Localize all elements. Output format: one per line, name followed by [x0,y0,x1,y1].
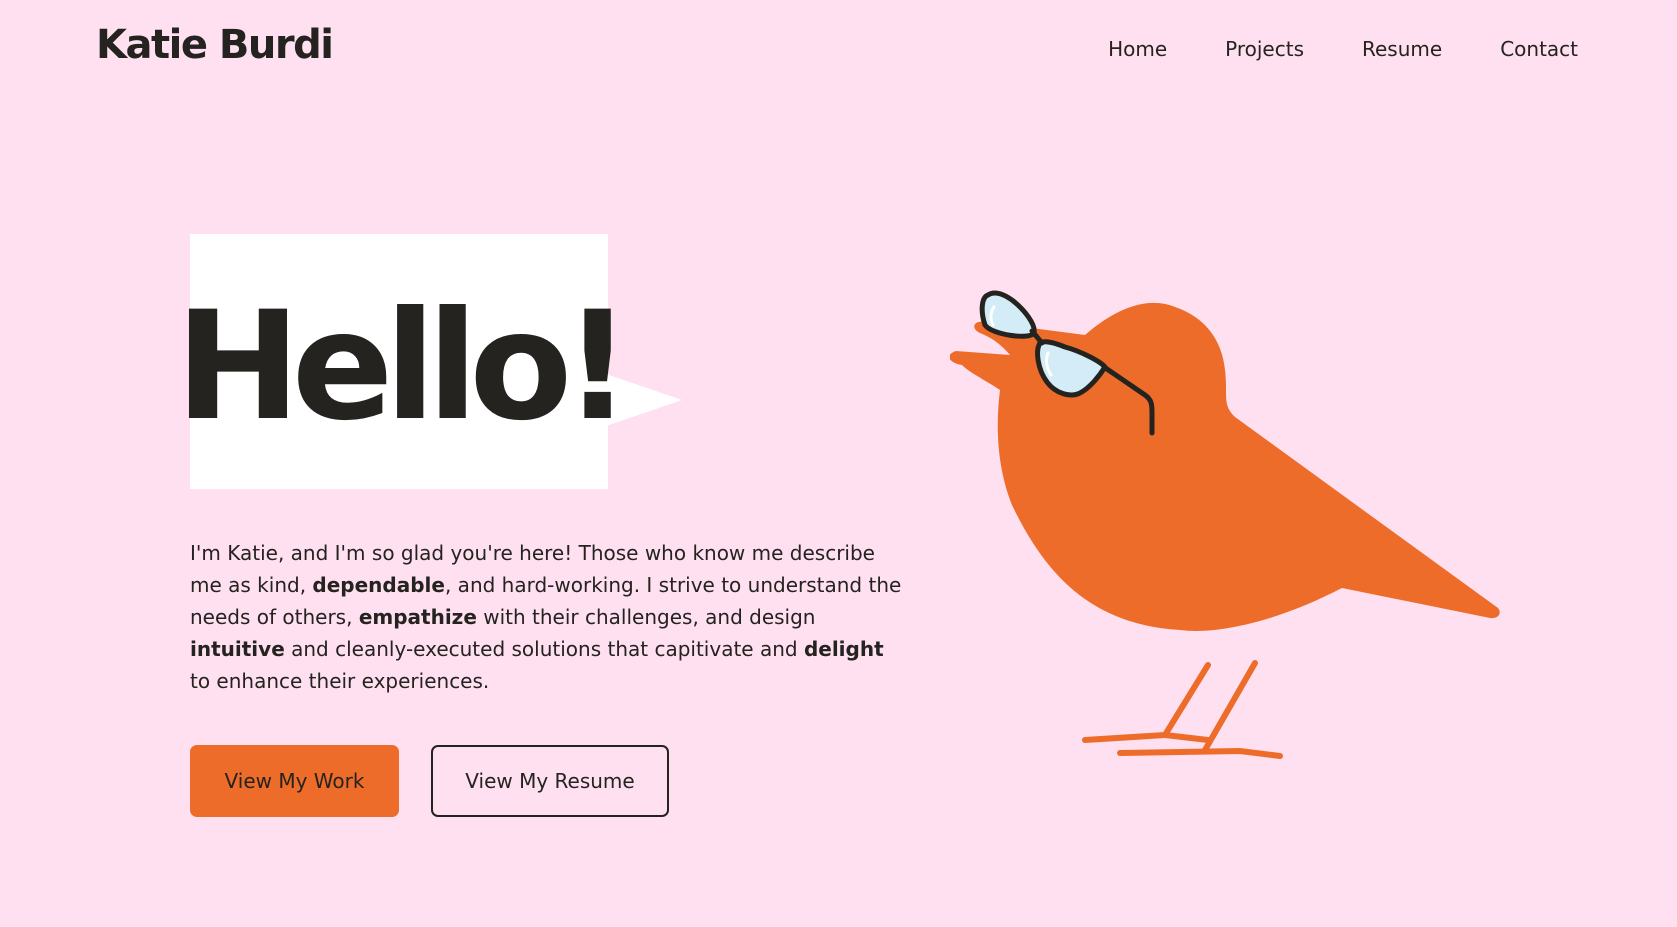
hello-speech-bubble: Hello! [175,234,683,489]
bird-legs [1082,660,1283,759]
intro-text-5: to enhance their experiences. [190,669,490,693]
intro-paragraph: I'm Katie, and I'm so glad you're here! … [190,537,910,697]
bird-body [950,302,1500,631]
nav-resume-link[interactable]: Resume [1362,39,1442,59]
nav-contact-link[interactable]: Contact [1500,39,1578,59]
intro-bold-dependable: dependable [312,573,445,597]
orange-bird-illustration [950,290,1500,759]
nav-projects-link[interactable]: Projects [1225,39,1304,59]
site-logo[interactable]: Katie Burdi [96,25,334,65]
intro-text-3: with their challenges, and design [476,605,816,629]
nav-home-link[interactable]: Home [1108,39,1167,59]
view-my-work-button[interactable]: View My Work [190,745,399,817]
hello-heading: Hello! [175,279,632,454]
main-nav: Home Projects Resume Contact [1108,39,1578,59]
intro-text-4: and cleanly-executed solutions that capi… [284,637,804,661]
intro-bold-delight: delight [803,637,884,661]
intro-bold-intuitive: intuitive [190,637,285,661]
intro-bold-empathize: empathize [358,605,477,629]
view-my-resume-button[interactable]: View My Resume [431,745,669,817]
